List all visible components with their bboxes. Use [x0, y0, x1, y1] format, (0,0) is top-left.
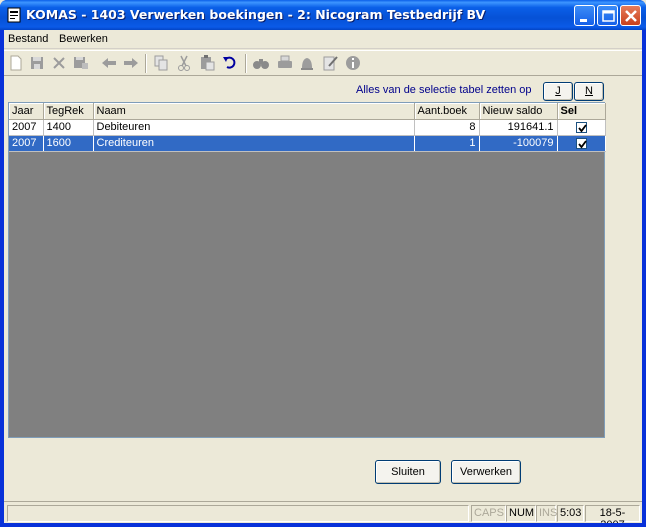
window-frame-bottom	[0, 523, 646, 527]
close-icon	[625, 10, 637, 22]
cell-jaar[interactable]: 2007	[9, 119, 44, 136]
status-time: 5:03	[557, 505, 584, 522]
cell-naam[interactable]: Debiteuren	[93, 119, 415, 136]
info-icon[interactable]	[344, 54, 362, 72]
cell-aant-boek[interactable]: 8	[414, 119, 480, 136]
maximize-button[interactable]	[597, 5, 618, 26]
selection-hint: Alles van de selectie tabel zetten op	[356, 84, 532, 96]
cell-naam[interactable]: Crediteuren	[93, 135, 415, 152]
select-all-no-button[interactable]: N	[574, 82, 604, 101]
save-icon[interactable]	[28, 54, 46, 72]
checkmark-icon	[577, 140, 587, 149]
minimize-button[interactable]	[574, 5, 595, 26]
table-row[interactable]: 2007 1600 Crediteuren 1 -100079	[9, 135, 606, 152]
toolbar-separator	[245, 54, 247, 73]
cell-sel[interactable]	[557, 135, 606, 152]
client-area: Bestand Bewerken Alles van de selectie t…	[4, 30, 642, 527]
paste-icon[interactable]	[198, 54, 216, 72]
status-num: NUM	[506, 505, 536, 522]
maximize-icon	[602, 10, 615, 22]
save-as-icon[interactable]	[72, 54, 90, 72]
undo-icon[interactable]	[221, 54, 239, 72]
toolbar	[4, 50, 642, 76]
close-button-label: Sluiten	[391, 466, 425, 478]
forward-arrow-icon[interactable]	[122, 54, 140, 72]
status-caps: CAPS	[471, 505, 506, 522]
binoculars-icon[interactable]	[252, 54, 270, 72]
select-all-yes-label: J	[555, 85, 561, 97]
status-message-panel	[7, 505, 469, 522]
app-icon[interactable]	[6, 7, 22, 23]
minimize-icon	[580, 19, 587, 22]
cell-nieuw-saldo[interactable]: 191641.1	[479, 119, 558, 136]
cell-sel[interactable]	[557, 119, 606, 136]
column-header-jaar[interactable]: Jaar	[9, 103, 44, 120]
edit-icon[interactable]	[322, 54, 340, 72]
process-button-label: Verwerken	[460, 466, 512, 478]
select-all-no-label: N	[585, 85, 593, 97]
column-header-sel[interactable]: Sel	[557, 103, 606, 120]
bell-icon[interactable]	[298, 54, 316, 72]
process-button[interactable]: Verwerken	[451, 460, 521, 484]
status-date: 18-5-2007	[585, 505, 640, 527]
cell-tegrek[interactable]: 1400	[43, 119, 94, 136]
cell-aant-boek[interactable]: 1	[414, 135, 480, 152]
booking-grid[interactable]: Jaar TegRek Naam Aant.boek Nieuw saldo S…	[8, 102, 606, 438]
close-button[interactable]: Sluiten	[375, 460, 441, 484]
new-icon[interactable]	[7, 54, 25, 72]
column-header-aant-boek[interactable]: Aant.boek	[414, 103, 480, 120]
cell-nieuw-saldo[interactable]: -100079	[479, 135, 558, 152]
title-bar[interactable]: KOMAS - 1403 Verwerken boekingen - 2: Ni…	[0, 0, 646, 30]
sel-checkbox[interactable]	[575, 121, 587, 133]
table-row[interactable]: 2007 1400 Debiteuren 8 191641.1	[9, 119, 606, 136]
toolbar-separator	[145, 54, 147, 73]
window-title: KOMAS - 1403 Verwerken boekingen - 2: Ni…	[26, 7, 486, 22]
cell-tegrek[interactable]: 1600	[43, 135, 94, 152]
status-ins: INS	[536, 505, 557, 522]
menu-bewerken[interactable]: Bewerken	[55, 32, 112, 46]
menu-bar: Bestand Bewerken	[4, 30, 642, 49]
delete-icon[interactable]	[50, 54, 68, 72]
cell-jaar[interactable]: 2007	[9, 135, 44, 152]
checkmark-icon	[577, 124, 587, 133]
column-header-nieuw-saldo[interactable]: Nieuw saldo	[479, 103, 558, 120]
booking-table: Jaar TegRek Naam Aant.boek Nieuw saldo S…	[9, 103, 606, 152]
back-arrow-icon[interactable]	[100, 54, 118, 72]
copy-icon[interactable]	[152, 54, 170, 72]
menu-bestand[interactable]: Bestand	[4, 32, 52, 46]
cut-icon[interactable]	[175, 54, 193, 72]
column-header-naam[interactable]: Naam	[93, 103, 415, 120]
app-window: KOMAS - 1403 Verwerken boekingen - 2: Ni…	[0, 0, 646, 527]
select-all-yes-button[interactable]: J	[543, 82, 573, 101]
status-bar: CAPS NUM INS 5:03 18-5-2007	[4, 501, 642, 527]
close-window-button[interactable]	[620, 5, 641, 26]
print-icon[interactable]	[276, 54, 294, 72]
column-header-tegrek[interactable]: TegRek	[43, 103, 94, 120]
sel-checkbox[interactable]	[575, 137, 587, 149]
